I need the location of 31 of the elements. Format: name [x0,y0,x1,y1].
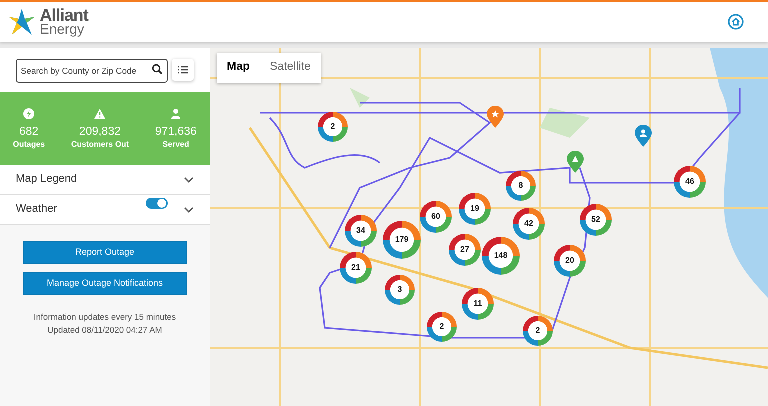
section-title[interactable]: Weather [16,201,58,218]
warning-icon [94,108,106,120]
stat-value: 971,636 [155,124,197,138]
stat-value: 682 [20,124,39,138]
outage-bolt-icon [23,108,36,120]
map-type-tab[interactable]: Satellite [260,53,321,83]
logo-text: Alliant [40,8,88,23]
logo-icon [8,8,36,36]
triangle-pin-icon[interactable] [567,151,584,173]
chevron-down-icon[interactable] [184,176,194,182]
search-icon[interactable] [152,64,163,75]
person-icon [170,108,182,120]
action-button[interactable]: Manage Outage Notifications [23,272,187,295]
map-type-tab[interactable]: Map [217,53,260,83]
stat-label: Served [162,138,190,150]
section-title[interactable]: Map Legend [16,171,78,188]
action-button[interactable]: Report Outage [23,241,187,264]
stat-value: 209,832 [79,124,121,138]
chevron-down-icon[interactable] [184,206,194,212]
info-text: Information updates every 15 minutes [34,311,176,324]
person-pin-icon[interactable] [635,125,652,147]
home-icon[interactable] [728,14,744,30]
list-button[interactable] [172,59,194,81]
info-text: Updated 08/11/2020 04:27 AM [48,324,162,337]
star-pin-icon[interactable] [487,106,504,128]
logo-text: Energy [40,23,84,36]
list-icon [178,66,188,74]
search-field[interactable]: Search by County or Zip Code [16,59,168,83]
stat-label: Outages [13,138,46,150]
stat-label: Customers Out [71,138,130,150]
toggle-switch[interactable] [146,198,168,208]
